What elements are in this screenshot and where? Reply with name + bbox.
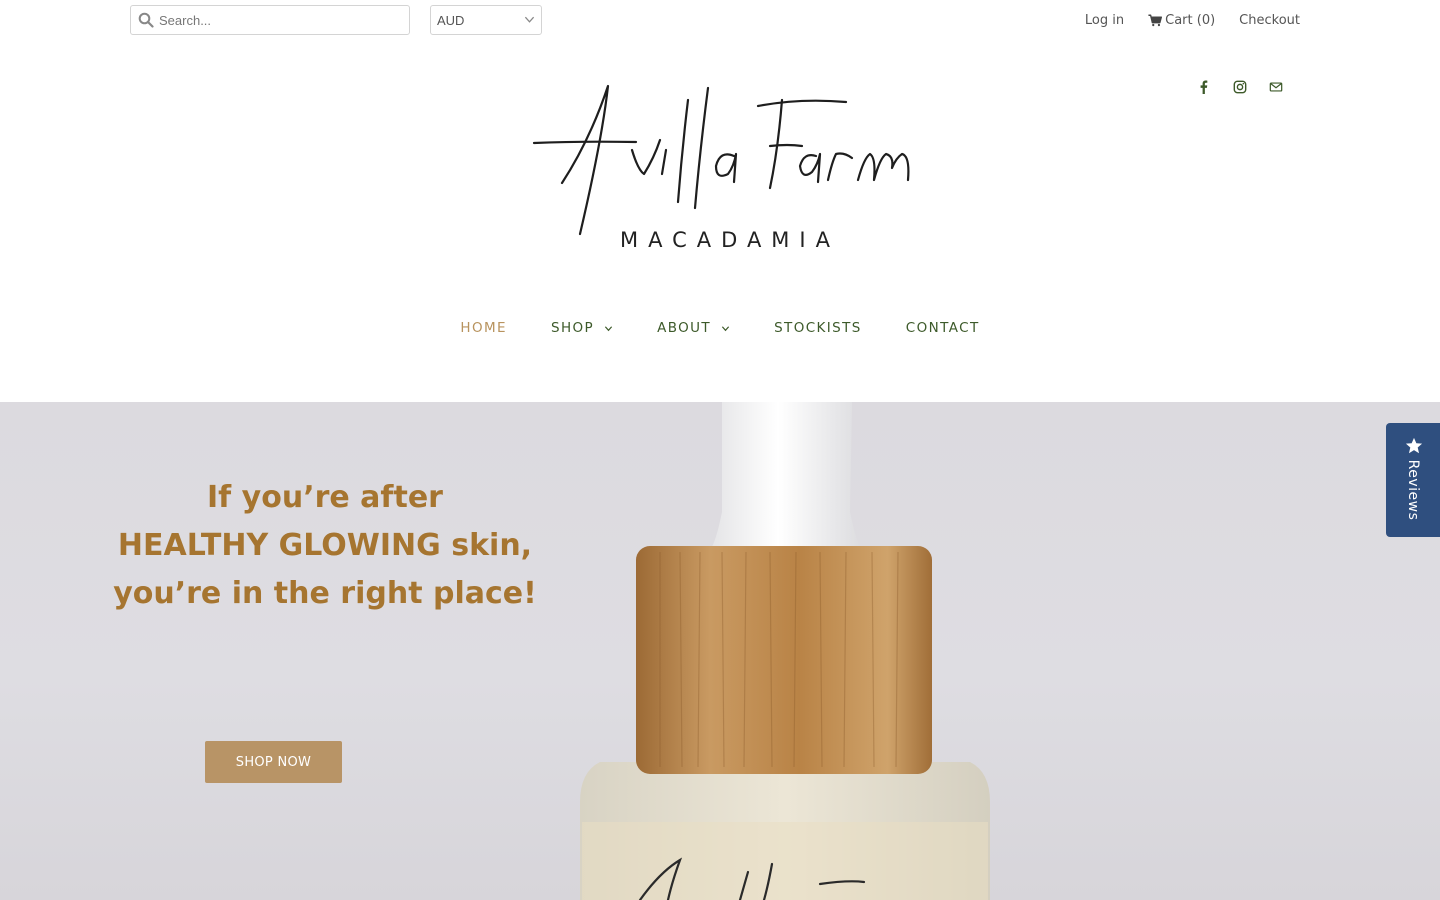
account-links: Log in Cart (0) Checkout: [1085, 0, 1300, 40]
star-icon: [1405, 437, 1423, 454]
instagram-icon[interactable]: [1232, 78, 1248, 96]
nav-item-shop[interactable]: SHOP: [551, 320, 613, 336]
reviews-label: Reviews: [1405, 459, 1421, 521]
currency-select[interactable]: AUD: [430, 5, 542, 35]
chevron-down-icon: [721, 325, 730, 331]
hero-heading-line: you’re in the right place!: [113, 576, 537, 611]
nav-item-label: CONTACT: [905, 320, 980, 336]
hero-heading: If you’re after HEALTHY GLOWING skin, yo…: [70, 474, 580, 618]
nav-item-stockists[interactable]: STOCKISTS: [774, 320, 862, 336]
cart-link[interactable]: Cart (0): [1148, 13, 1215, 28]
checkout-link[interactable]: Checkout: [1239, 13, 1300, 28]
nav-item-home[interactable]: HOME: [460, 320, 507, 336]
search-input[interactable]: [159, 6, 404, 34]
social-links: [1196, 78, 1284, 96]
reviews-tab[interactable]: Reviews: [1386, 423, 1440, 537]
shop-now-button[interactable]: SHOP NOW: [205, 741, 342, 783]
nav-item-label: SHOP: [550, 320, 595, 336]
cart-label: Cart (0): [1165, 12, 1216, 28]
search-box[interactable]: [130, 5, 410, 35]
top-bar: AUD Log in Cart (0) Checkout: [0, 0, 1440, 40]
search-icon: [138, 12, 154, 28]
nav-item-about[interactable]: ABOUT: [657, 320, 730, 336]
brand-tagline: MACADAMIA: [620, 228, 840, 252]
hero-banner: If you’re after HEALTHY GLOWING skin, yo…: [0, 402, 1440, 900]
nav-item-label: HOME: [460, 320, 507, 336]
currency-selected-value: AUD: [437, 13, 465, 28]
hero-heading-line: If you’re after: [207, 480, 443, 515]
nav-item-label: ABOUT: [657, 320, 712, 336]
facebook-icon[interactable]: [1196, 78, 1212, 96]
hero-heading-line: HEALTHY GLOWING skin,: [117, 528, 533, 563]
nav-item-label: STOCKISTS: [774, 320, 862, 336]
chevron-down-icon: [604, 325, 613, 331]
nav-item-contact[interactable]: CONTACT: [906, 320, 980, 336]
cart-icon: [1148, 14, 1163, 26]
chevron-down-icon: [524, 16, 535, 23]
main-nav: HOME SHOP ABOUT STOCKISTS CONTACT: [0, 320, 1440, 336]
login-link[interactable]: Log in: [1085, 13, 1124, 28]
mail-icon[interactable]: [1268, 78, 1284, 96]
